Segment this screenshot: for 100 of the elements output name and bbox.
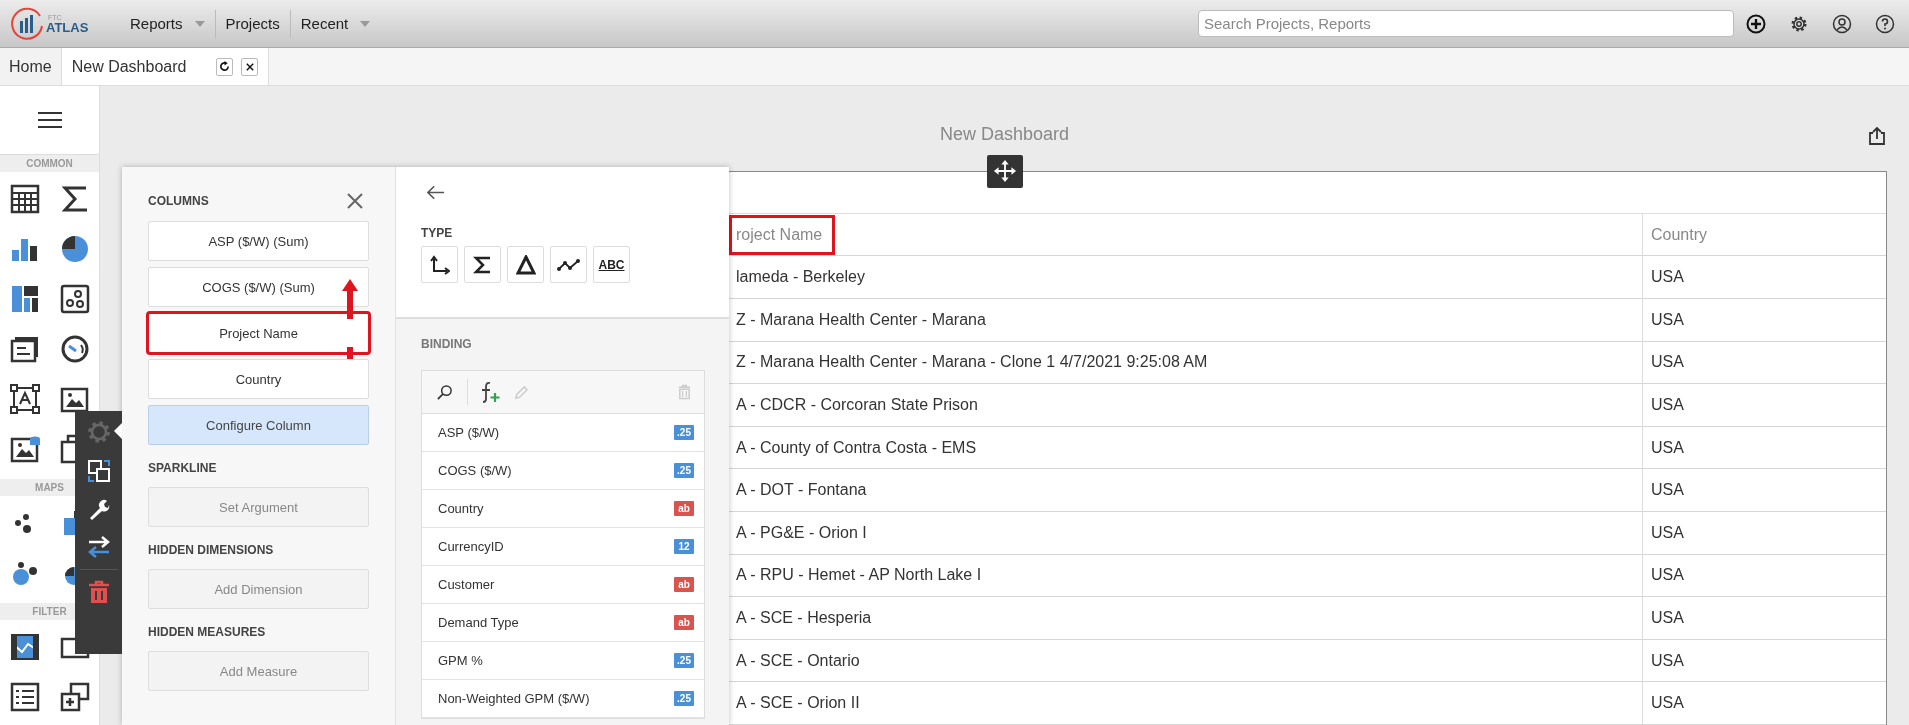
field-type-tag: .25	[674, 425, 694, 440]
export-icon[interactable]	[1867, 126, 1887, 146]
field-list-item[interactable]: GPM % .25	[422, 642, 704, 680]
tab-label: New Dashboard	[71, 57, 187, 76]
gauge-icon[interactable]	[60, 334, 90, 364]
list-icon[interactable]	[10, 682, 40, 712]
sum-icon	[472, 254, 493, 275]
sparkline-type-button[interactable]	[550, 246, 587, 283]
table-cell: lameda - Berkeley	[736, 268, 865, 287]
close-button[interactable]	[241, 57, 259, 76]
table-cell: A - SCE - Ontario	[736, 651, 860, 670]
field-type-tag: .25	[674, 463, 694, 478]
logo-title: ATLAS	[46, 20, 89, 34]
field-type-tag: ab	[674, 577, 694, 592]
field-list-item[interactable]: CurrencyID 12	[422, 528, 704, 566]
field-list-item[interactable]: Demand Type ab	[422, 604, 704, 642]
add-icon[interactable]	[1746, 13, 1766, 34]
table-cell: Z - Marana Health Center - Marana	[736, 310, 986, 329]
table-cell: USA	[1651, 438, 1684, 457]
move-handle[interactable]	[986, 154, 1023, 188]
table-cell: A - SCE - Orion II	[736, 694, 860, 713]
swap-items-icon[interactable]	[86, 459, 111, 483]
table-cell: USA	[1651, 353, 1684, 372]
column-button[interactable]: ASP ($/W) (Sum)	[148, 221, 369, 261]
table-cell: USA	[1651, 523, 1684, 542]
column-header[interactable]: Country	[1651, 217, 1718, 252]
nav-menu-item[interactable]: Projects	[215, 15, 290, 32]
pie-chart-icon[interactable]	[60, 234, 90, 264]
nav-menu-item[interactable]: Recent	[290, 15, 381, 32]
table-cell: A - RPU - Hemet - AP North Lake I	[736, 566, 982, 585]
group-icon[interactable]	[60, 682, 90, 712]
field-list-item[interactable]: ASP ($/W) .25	[422, 414, 704, 452]
field-list-item[interactable]: COGS ($/W) .25	[422, 452, 704, 490]
sum-icon[interactable]	[60, 184, 90, 214]
table-icon[interactable]	[10, 184, 40, 214]
close-icon	[245, 62, 254, 71]
column-button[interactable]: Country	[148, 359, 369, 399]
table-cell: USA	[1651, 268, 1684, 287]
range-icon[interactable]	[10, 632, 40, 662]
table-cell: A - County of Contra Costa - EMS	[736, 438, 977, 457]
help-icon[interactable]	[1875, 13, 1895, 34]
field-name: GPM %	[438, 653, 483, 668]
section-title: BINDING	[421, 337, 473, 351]
section-title: TYPE	[421, 226, 454, 240]
close-icon[interactable]	[347, 193, 363, 209]
section-title: SPARKLINE	[148, 461, 218, 475]
axis-icon	[429, 254, 450, 275]
table-cell: USA	[1651, 651, 1684, 670]
scatter-icon[interactable]	[60, 284, 90, 314]
field-name: ASP ($/W)	[438, 425, 500, 440]
dashboard-title: New Dashboard	[939, 124, 1070, 146]
field-name: CurrencyID	[438, 539, 504, 554]
configure-column-button[interactable]: Configure Column	[148, 405, 369, 445]
table-cell: USA	[1651, 609, 1684, 627]
column-button[interactable]: COGS ($/W) (Sum)	[148, 267, 369, 307]
back-arrow-icon[interactable]	[427, 185, 445, 200]
tab[interactable]: New Dashboard	[61, 48, 270, 85]
user-icon[interactable]	[1832, 13, 1852, 34]
measure-type-button[interactable]	[464, 246, 501, 283]
table-cell: A - SCE - Hesperia	[736, 609, 872, 627]
table-cell: A - DOT - Fontana	[736, 481, 867, 500]
move-icon	[993, 160, 1016, 183]
search-field[interactable]: Search Projects, Reports	[1198, 10, 1734, 37]
text-box-icon[interactable]	[10, 384, 40, 414]
field-name: COGS ($/W)	[438, 463, 512, 478]
image-data-icon[interactable]	[10, 434, 40, 464]
field-list-item[interactable]: Non-Weighted GPM ($/W) .25	[422, 680, 704, 718]
table-cell: Z - Marana Health Center - Marana - Clone 1 4/7/2021 9:25:08 AM	[736, 353, 1208, 372]
delete-icon[interactable]	[86, 580, 111, 604]
menu-icon[interactable]	[37, 111, 62, 129]
table-cell: USA	[1651, 694, 1684, 713]
tab-label: Home	[9, 57, 52, 76]
card-icon[interactable]	[10, 334, 40, 364]
nav-menu-item[interactable]: Reports	[120, 15, 215, 32]
section-title: HIDDEN DIMENSIONS	[148, 543, 275, 557]
field-name: Customer	[438, 577, 495, 592]
table-cell: USA	[1651, 481, 1684, 500]
field-list-item[interactable]: Customer ab	[422, 566, 704, 604]
field-name: Country	[438, 501, 484, 516]
column-header[interactable]: roject Name	[732, 217, 833, 252]
column-button[interactable]: Project Name	[148, 313, 369, 353]
dimension-type-button[interactable]	[421, 246, 458, 283]
table-cell: A - CDCR - Corcoran State Prison	[736, 396, 978, 415]
table-cell: A - PG&E - Orion I	[736, 523, 867, 542]
logo-icon	[10, 6, 44, 41]
search-icon[interactable]	[436, 383, 453, 401]
field-type-tag: .25	[674, 691, 694, 706]
field-type-tag: ab	[674, 501, 694, 516]
table-cell: USA	[1651, 310, 1684, 329]
field-list-item[interactable]: Country ab	[422, 490, 704, 528]
treemap-icon[interactable]	[10, 284, 40, 314]
delta-type-button[interactable]	[507, 246, 544, 283]
field-name: Demand Type	[438, 615, 519, 630]
reload-button[interactable]	[216, 57, 234, 76]
section-title: HIDDEN MEASURES	[148, 625, 267, 639]
table-cell: USA	[1651, 396, 1684, 415]
triangle-icon	[515, 254, 536, 275]
text-type-button[interactable]: ABC	[593, 246, 630, 283]
swap-arrows-icon[interactable]	[86, 535, 111, 559]
reload-icon	[219, 61, 231, 72]
